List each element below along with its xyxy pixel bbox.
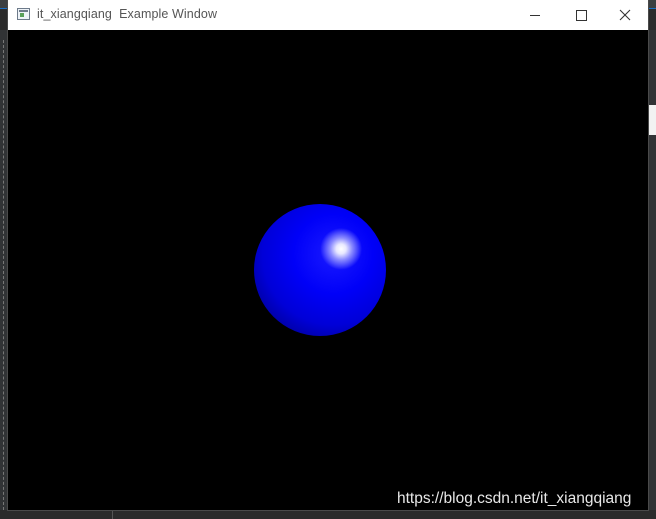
maximize-button[interactable] (558, 0, 604, 30)
blue-sphere (254, 204, 386, 336)
app-window-icon (17, 8, 30, 20)
background-right-tab (649, 105, 656, 135)
minimize-button[interactable] (512, 0, 558, 30)
watermark-text: https://blog.csdn.net/it_xiangqiang (397, 490, 632, 507)
background-bottom-bar (0, 510, 656, 519)
maximize-icon (576, 10, 587, 21)
example-window: it_xiangqiang Example Window (8, 0, 648, 510)
close-button[interactable] (604, 0, 650, 30)
close-icon (619, 9, 631, 21)
background-left-panel (0, 30, 8, 519)
minimize-icon (530, 15, 540, 16)
window-titlebar[interactable]: it_xiangqiang Example Window (8, 0, 648, 30)
background-left-divider (3, 40, 4, 510)
window-title: it_xiangqiang Example Window (37, 7, 218, 21)
background-right-panel (648, 30, 656, 519)
background-bottom-divider (112, 510, 113, 519)
render-viewport[interactable] (8, 30, 648, 510)
